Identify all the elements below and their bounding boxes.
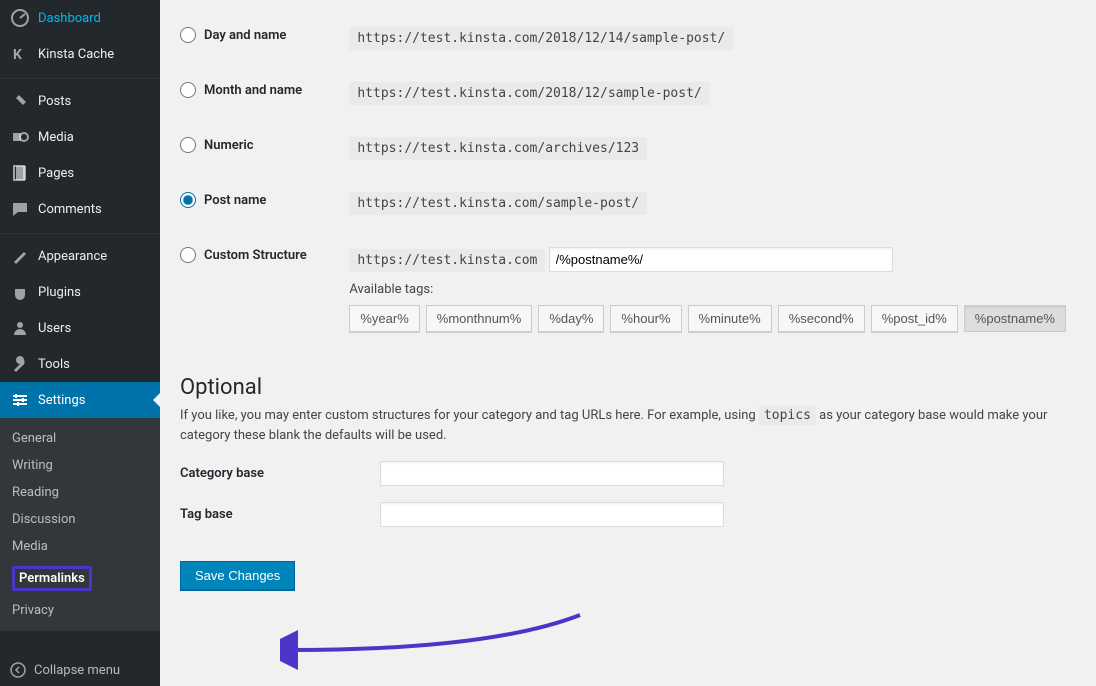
tag-day[interactable]: %day% [538, 305, 604, 332]
sidebar-item-label: Posts [38, 94, 71, 109]
tag-minute[interactable]: %minute% [688, 305, 772, 332]
tag-hour[interactable]: %hour% [610, 305, 681, 332]
sidebar-item-settings[interactable]: Settings [0, 382, 160, 418]
dashboard-icon [10, 8, 30, 28]
sidebar-item-kinsta-cache[interactable]: K Kinsta Cache [0, 36, 160, 72]
sidebar-item-comments[interactable]: Comments [0, 191, 160, 227]
sidebar-item-label: Media [38, 130, 74, 145]
tools-icon [10, 354, 30, 374]
submenu-item-writing[interactable]: Writing [0, 452, 160, 479]
available-tags: %year% %monthnum% %day% %hour% %minute% … [349, 305, 1066, 332]
permalink-example-post-name: https://test.kinsta.com/sample-post/ [349, 192, 647, 215]
plugin-icon [10, 282, 30, 302]
collapse-menu-button[interactable]: Collapse menu [0, 654, 160, 686]
category-base-input[interactable] [380, 461, 724, 486]
brush-icon [10, 246, 30, 266]
sidebar-item-plugins[interactable]: Plugins [0, 274, 160, 310]
submenu-item-reading[interactable]: Reading [0, 479, 160, 506]
tag-postname[interactable]: %postname% [964, 305, 1066, 332]
optional-heading: Optional [180, 375, 1076, 400]
available-tags-label: Available tags: [349, 282, 1066, 297]
sidebar-item-label: Settings [38, 393, 85, 408]
sidebar-item-label: Users [38, 321, 71, 336]
permalink-structure-table: Day and name https://test.kinsta.com/201… [180, 12, 1076, 347]
page-icon [10, 163, 30, 183]
radio-day-and-name[interactable]: Day and name [180, 27, 286, 43]
submenu-item-privacy[interactable]: Privacy [0, 597, 160, 624]
sidebar-item-label: Comments [38, 202, 102, 217]
admin-sidebar: Dashboard K Kinsta Cache Posts Media Page… [0, 0, 160, 686]
category-base-label: Category base [180, 466, 380, 481]
sidebar-item-media[interactable]: Media [0, 119, 160, 155]
save-changes-button[interactable]: Save Changes [180, 561, 295, 590]
tag-monthnum[interactable]: %monthnum% [426, 305, 533, 332]
sidebar-item-posts[interactable]: Posts [0, 78, 160, 119]
sidebar-item-label: Dashboard [38, 11, 101, 26]
radio-month-and-name[interactable]: Month and name [180, 82, 302, 98]
custom-structure-input[interactable] [549, 247, 893, 272]
tag-second[interactable]: %second% [778, 305, 865, 332]
collapse-icon [10, 662, 26, 678]
radio-numeric[interactable]: Numeric [180, 137, 254, 153]
tag-base-label: Tag base [180, 507, 380, 522]
tag-year[interactable]: %year% [349, 305, 419, 332]
pin-icon [10, 91, 30, 111]
tag-post-id[interactable]: %post_id% [871, 305, 958, 332]
radio-post-name[interactable]: Post name [180, 192, 266, 208]
sidebar-item-label: Pages [38, 166, 74, 181]
svg-text:K: K [13, 47, 22, 63]
submenu-item-discussion[interactable]: Discussion [0, 506, 160, 533]
submenu-item-media[interactable]: Media [0, 533, 160, 560]
permalink-example-day-name: https://test.kinsta.com/2018/12/14/sampl… [349, 27, 733, 50]
permalink-example-month-name: https://test.kinsta.com/2018/12/sample-p… [349, 82, 709, 105]
comments-icon [10, 199, 30, 219]
sidebar-item-appearance[interactable]: Appearance [0, 233, 160, 274]
submenu-item-permalinks[interactable]: Permalinks [0, 560, 160, 597]
sidebar-item-label: Kinsta Cache [38, 47, 114, 62]
annotation-arrow [280, 600, 590, 670]
media-icon [10, 127, 30, 147]
sidebar-item-pages[interactable]: Pages [0, 155, 160, 191]
permalink-base-url: https://test.kinsta.com [349, 249, 545, 272]
radio-custom-structure[interactable]: Custom Structure [180, 247, 307, 263]
settings-content: Day and name https://test.kinsta.com/201… [160, 0, 1096, 686]
tag-base-input[interactable] [380, 502, 724, 527]
sidebar-item-label: Plugins [38, 285, 81, 300]
users-icon [10, 318, 30, 338]
sidebar-item-users[interactable]: Users [0, 310, 160, 346]
sidebar-item-tools[interactable]: Tools [0, 346, 160, 382]
sidebar-item-dashboard[interactable]: Dashboard [0, 0, 160, 36]
sidebar-item-label: Tools [38, 357, 70, 372]
submenu-item-general[interactable]: General [0, 425, 160, 452]
permalink-example-numeric: https://test.kinsta.com/archives/123 [349, 137, 647, 160]
optional-description: If you like, you may enter custom struct… [180, 406, 1076, 445]
sidebar-item-label: Appearance [38, 249, 107, 264]
collapse-menu-label: Collapse menu [34, 663, 120, 678]
settings-icon [10, 390, 30, 410]
kinsta-icon: K [10, 44, 30, 64]
settings-submenu: General Writing Reading Discussion Media… [0, 418, 160, 631]
